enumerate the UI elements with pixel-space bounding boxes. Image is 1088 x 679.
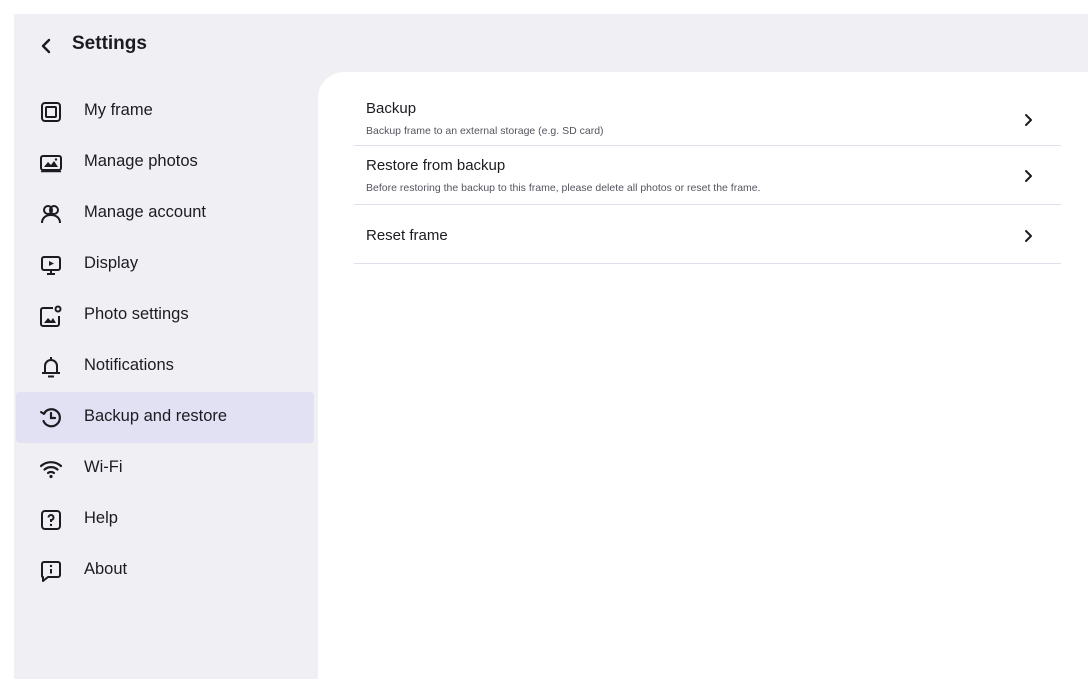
chevron-left-icon: [41, 38, 51, 54]
sidebar-item-notifications[interactable]: Notifications: [16, 341, 314, 392]
sidebar-item-label: Wi-Fi: [84, 458, 123, 476]
sidebar-item-label: Manage photos: [84, 152, 198, 170]
content-panel: Backup Backup frame to an external stora…: [318, 72, 1088, 679]
backup-restore-icon: [38, 405, 64, 431]
frame-icon: [38, 99, 64, 125]
sidebar-item-about[interactable]: About: [16, 545, 314, 596]
display-icon: [38, 252, 64, 278]
sidebar-item-manage-photos[interactable]: Manage photos: [16, 137, 314, 188]
chevron-right-icon: [1025, 170, 1032, 182]
sidebar-item-backup-and-restore[interactable]: Backup and restore: [16, 392, 314, 443]
chevron-right-icon: [1025, 114, 1032, 126]
sidebar-item-label: Manage account: [84, 203, 207, 221]
info-icon: [38, 558, 64, 584]
row-title: Restore from backup: [366, 157, 506, 174]
sidebar-item-my-frame[interactable]: My frame: [16, 86, 314, 137]
photo-settings-icon: [38, 303, 64, 329]
sidebar-item-label: Notifications: [84, 356, 174, 374]
header: Settings: [14, 14, 1088, 72]
sidebar-item-manage-account[interactable]: Manage account: [16, 188, 314, 239]
account-icon: [38, 201, 64, 227]
reset-frame-row[interactable]: Reset frame: [354, 205, 1061, 264]
sidebar-item-photo-settings[interactable]: Photo settings: [16, 290, 314, 341]
settings-app: Settings My frame Manage photos Manage a…: [14, 14, 1088, 679]
bell-icon: [38, 354, 64, 380]
sidebar-item-wifi[interactable]: Wi-Fi: [16, 443, 314, 494]
sidebar-item-label: My frame: [84, 101, 153, 119]
sidebar: My frame Manage photos Manage account Di…: [14, 86, 316, 596]
row-title: Reset frame: [366, 227, 448, 244]
sidebar-item-label: Photo settings: [84, 305, 189, 323]
wifi-icon: [38, 456, 64, 482]
restore-from-backup-row[interactable]: Restore from backup Before restoring the…: [354, 146, 1061, 205]
row-subtitle: Backup frame to an external storage (e.g…: [366, 125, 604, 137]
sidebar-item-label: Help: [84, 509, 118, 527]
sidebar-item-label: Backup and restore: [84, 407, 228, 425]
backup-row[interactable]: Backup Backup frame to an external stora…: [354, 86, 1061, 146]
row-title: Backup: [366, 100, 417, 117]
sidebar-item-label: About: [84, 560, 128, 578]
row-subtitle: Before restoring the backup to this fram…: [366, 182, 761, 194]
sidebar-item-display[interactable]: Display: [16, 239, 314, 290]
photos-icon: [38, 150, 64, 176]
sidebar-item-label: Display: [84, 254, 139, 272]
help-icon: [38, 507, 64, 533]
back-button[interactable]: [36, 34, 56, 58]
chevron-right-icon: [1025, 230, 1032, 242]
page-title: Settings: [72, 33, 147, 54]
sidebar-item-help[interactable]: Help: [16, 494, 314, 545]
